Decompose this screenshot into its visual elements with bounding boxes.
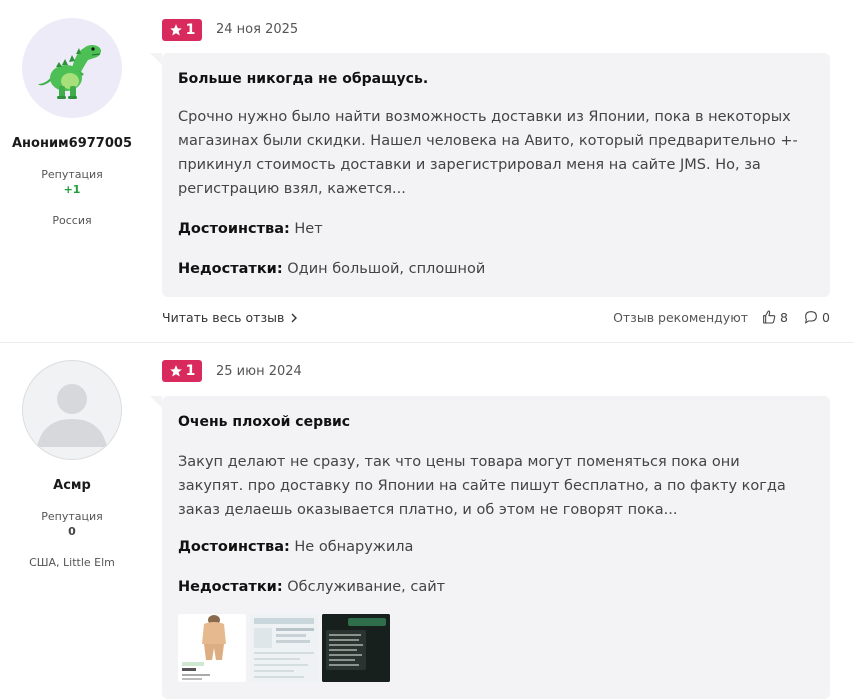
comment-bubble-icon: [805, 311, 817, 324]
review-text: Срочно нужно было найти возможность дост…: [178, 109, 798, 197]
rating-value: 1: [185, 363, 196, 379]
chat-screenshot-image: [322, 614, 390, 682]
likes-count: 8: [780, 309, 788, 325]
pros-label: Достоинства:: [178, 539, 290, 555]
author-name[interactable]: Аноним6977005: [0, 136, 144, 151]
reputation-value: 0: [68, 525, 76, 538]
star-icon: [169, 24, 182, 36]
cons-value: Обслуживание, сайт: [287, 579, 446, 595]
read-more-link[interactable]: Читать весь отзыв: [162, 310, 298, 325]
pros-value: Нет: [294, 221, 323, 237]
cons-label: Недостатки:: [178, 579, 283, 595]
author-location: США, Little Elm: [29, 556, 115, 569]
screenshot-photo-image: [250, 614, 318, 682]
review-card: Асмр Репутация 0 США, Little Elm 1 25 ию…: [0, 344, 854, 699]
review-pros: Достоинства: Не обнаружила: [178, 539, 413, 555]
default-user-avatar-icon: [37, 384, 107, 447]
author-location: Россия: [52, 214, 92, 227]
comments-count: 0: [822, 309, 830, 325]
rating-value: 1: [185, 22, 196, 38]
review-photo-thumbnail[interactable]: [322, 614, 390, 682]
rating-badge: 1: [162, 360, 202, 382]
review-footer: Читать весь отзыв Отзыв рекомендуют 8 0: [162, 308, 830, 328]
avatar[interactable]: [22, 18, 122, 118]
cons-value: Один большой, сплошной: [287, 261, 486, 277]
review-cons: Недостатки: Один большой, сплошной: [178, 261, 485, 277]
avatar[interactable]: [22, 360, 122, 460]
review-photo-thumbnail[interactable]: [250, 614, 318, 682]
pros-label: Достоинства:: [178, 221, 290, 237]
review-date: 24 ноя 2025: [216, 22, 299, 37]
reputation-label: Репутация: [41, 168, 103, 181]
review-photo-thumbnail[interactable]: [178, 614, 246, 682]
dinosaur-avatar-icon: [38, 45, 101, 99]
review-card: Аноним6977005 Репутация +1 Россия 1 24 н…: [0, 0, 854, 343]
reputation-label: Репутация: [41, 510, 103, 523]
review-title[interactable]: Больше никогда не обращусь.: [178, 71, 428, 87]
pros-value: Не обнаружила: [294, 539, 414, 555]
read-more-label: Читать весь отзыв: [162, 310, 285, 325]
product-photo-image: [178, 614, 246, 682]
chevron-right-icon: [291, 313, 298, 322]
review-cons: Недостатки: Обслуживание, сайт: [178, 579, 445, 595]
thumbs-up-icon: [763, 310, 776, 324]
rating-badge: 1: [162, 19, 202, 41]
star-icon: [169, 365, 182, 377]
review-body: Больше никогда не обращусь. Срочно нужно…: [150, 53, 830, 297]
review-date: 25 июн 2024: [216, 364, 302, 379]
recommend-label: Отзыв рекомендуют: [613, 310, 748, 325]
like-button[interactable]: 8: [761, 309, 788, 325]
review-text: Закуп делают не сразу, так что цены това…: [178, 454, 786, 518]
review-title[interactable]: Очень плохой сервис: [178, 414, 350, 430]
review-body: Очень плохой сервис Закуп делают не сраз…: [150, 396, 830, 699]
review-photos: [178, 614, 390, 682]
cons-label: Недостатки:: [178, 261, 283, 277]
comments-button[interactable]: 0: [803, 309, 830, 325]
author-name[interactable]: Асмр: [0, 478, 144, 493]
reputation-value: +1: [63, 183, 81, 196]
review-pros: Достоинства: Нет: [178, 221, 323, 237]
